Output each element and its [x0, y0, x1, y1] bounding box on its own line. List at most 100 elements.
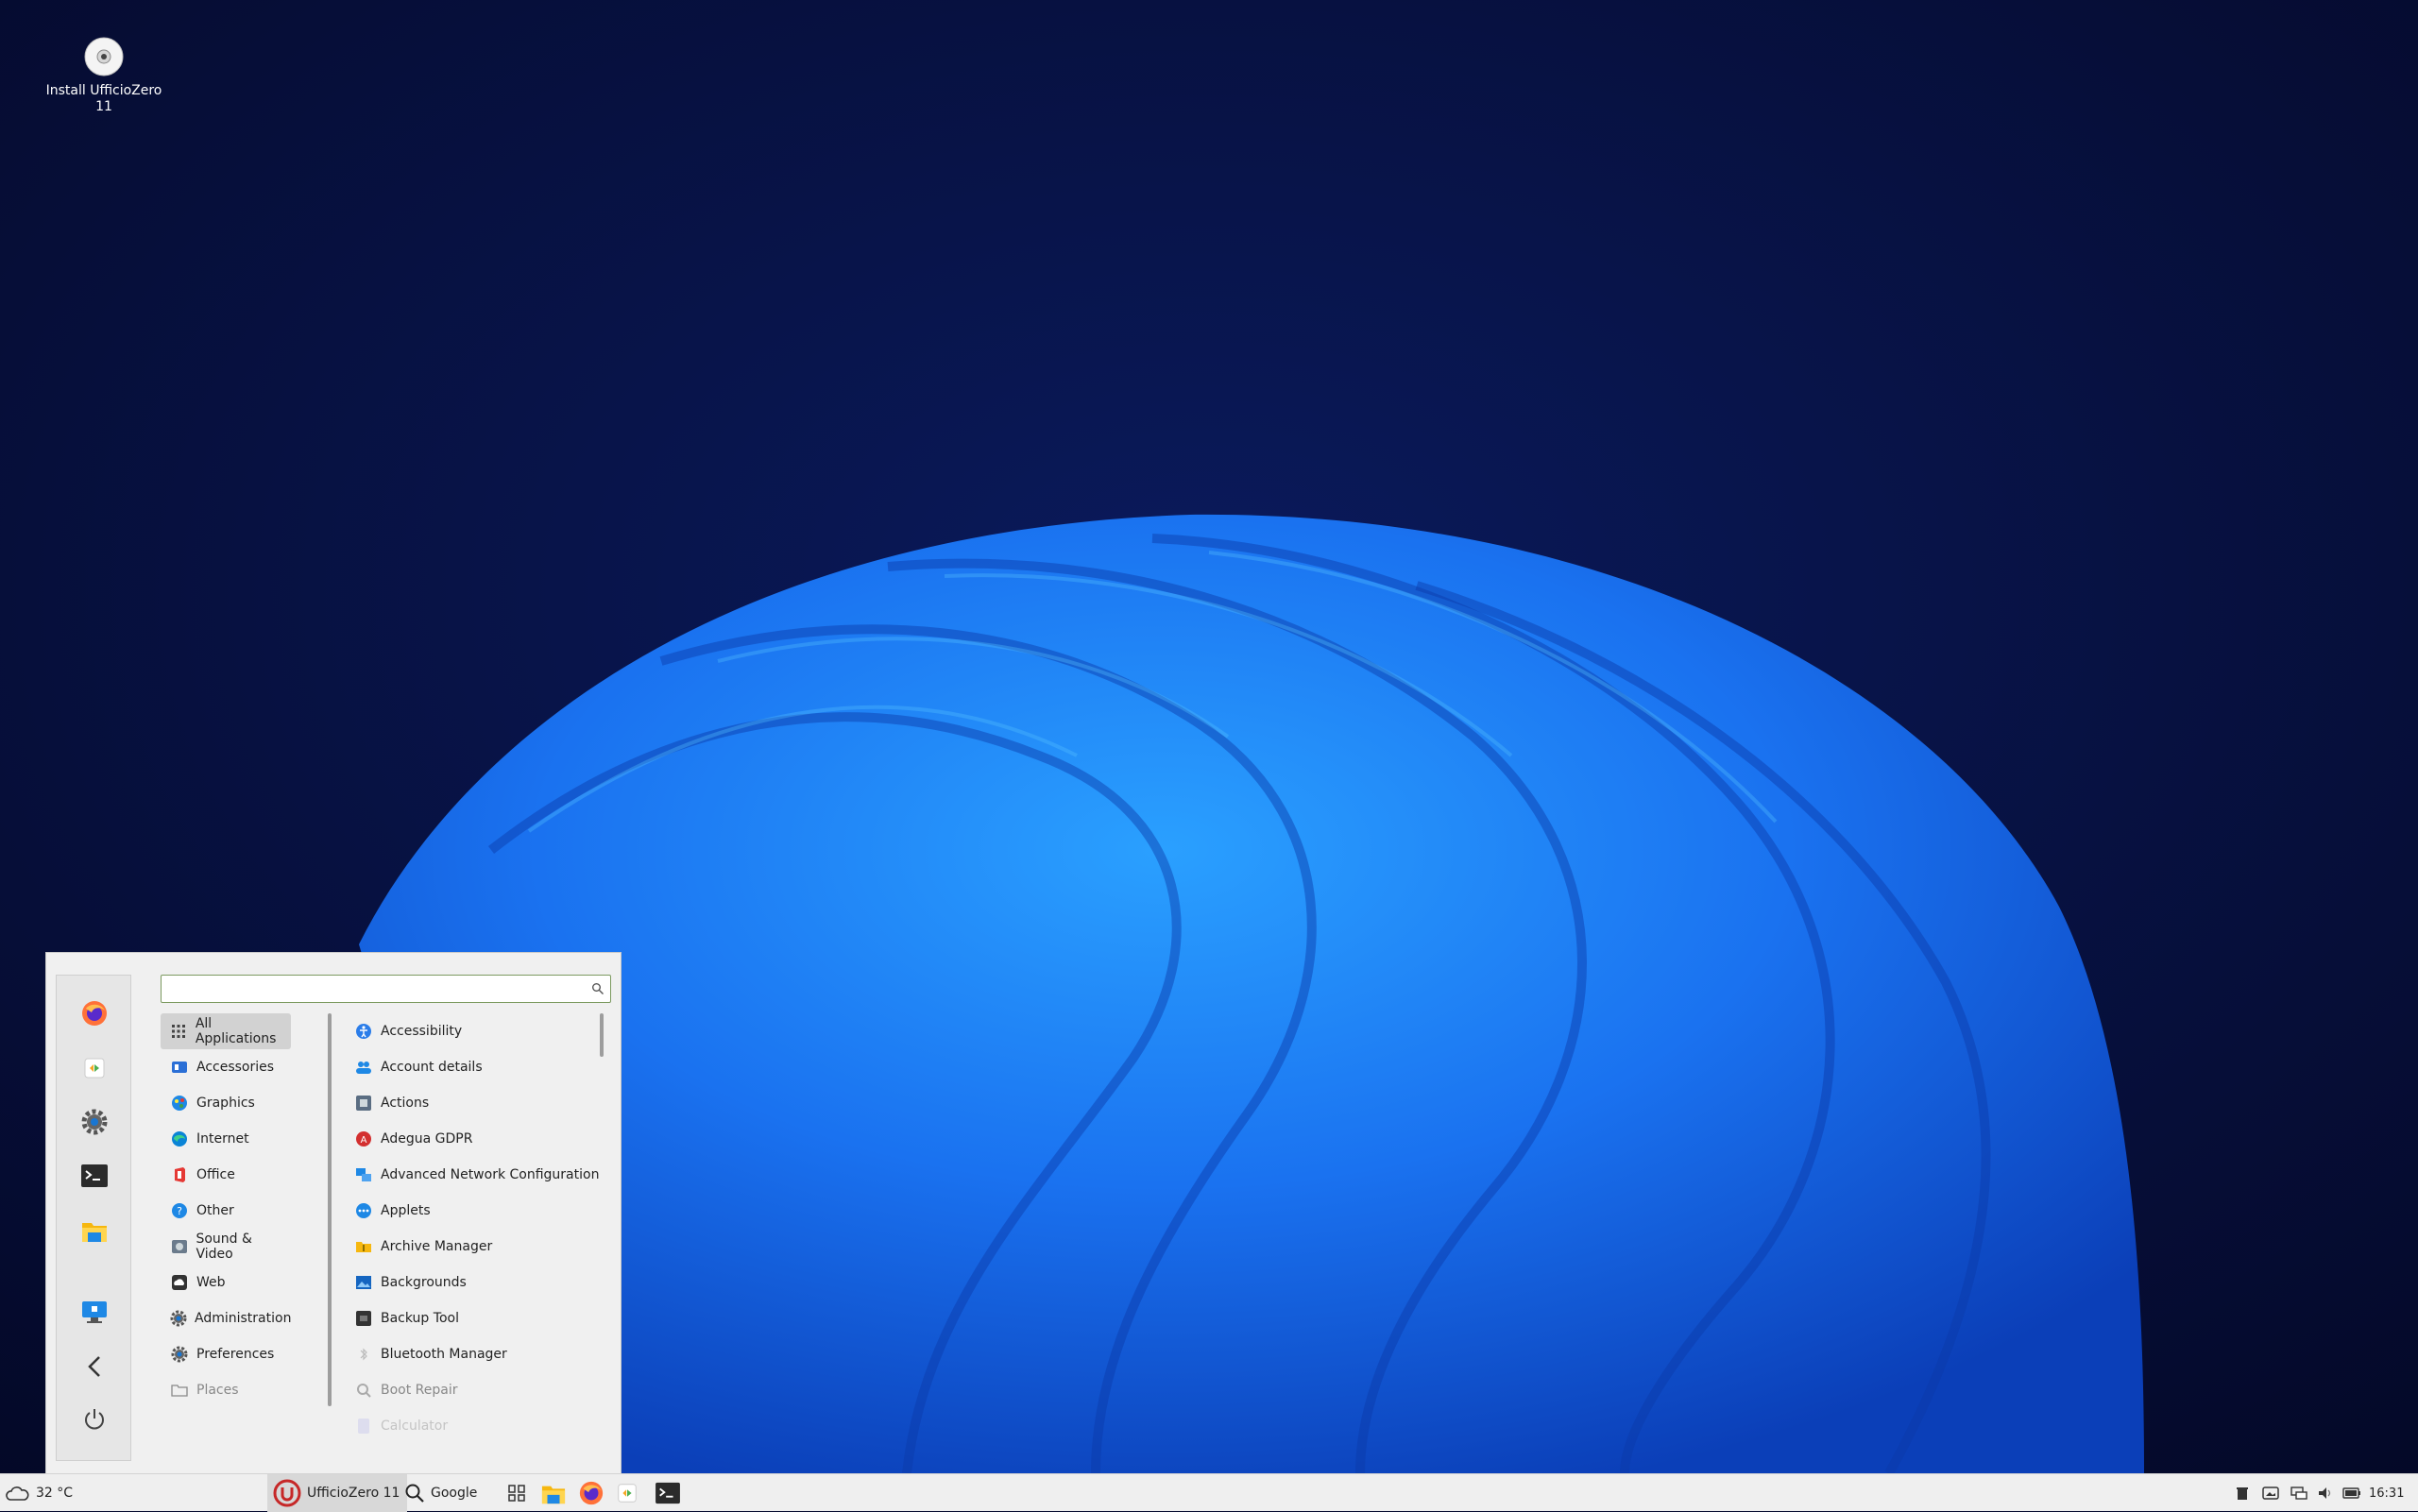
boot-repair-icon — [354, 1381, 373, 1400]
graphics-icon — [170, 1094, 189, 1113]
app-label: Advanced Network Configuration — [381, 1167, 600, 1182]
menu-search-field[interactable] — [161, 975, 611, 1003]
category-preferences[interactable]: Preferences — [161, 1336, 291, 1372]
category-scrollbar[interactable] — [328, 1013, 332, 1406]
google-search-applet[interactable]: Google — [404, 1474, 477, 1512]
app-label: Backgrounds — [381, 1275, 467, 1290]
app-label: Accessibility — [381, 1024, 463, 1039]
bluetooth-icon — [354, 1345, 373, 1364]
category-graphics[interactable]: Graphics — [161, 1085, 291, 1121]
network-icon[interactable] — [2290, 1484, 2308, 1503]
actions-icon — [354, 1094, 373, 1113]
office-icon — [170, 1165, 189, 1184]
category-label: Sound & Video — [196, 1232, 252, 1262]
folder-icon — [170, 1381, 189, 1400]
menu-search-input[interactable] — [167, 977, 577, 1003]
settings-gear-icon[interactable] — [76, 1103, 113, 1141]
category-label: Administration — [195, 1311, 291, 1326]
app-account-details[interactable]: Account details — [349, 1049, 632, 1085]
display-icon[interactable] — [2261, 1484, 2280, 1503]
category-other[interactable]: ? Other — [161, 1193, 291, 1229]
volume-icon[interactable] — [2316, 1484, 2335, 1503]
clock[interactable]: 16:31 — [2369, 1474, 2404, 1512]
start-menu: All Applications Accessories Graphics In… — [45, 952, 622, 1473]
start-menu-label: UfficioZero 11 — [307, 1486, 400, 1501]
category-label: Accessories — [196, 1060, 275, 1075]
app-accessibility[interactable]: Accessibility — [349, 1013, 632, 1049]
weather-cloud-icon — [6, 1484, 30, 1503]
sound-video-icon — [170, 1237, 188, 1256]
app-actions[interactable]: Actions — [349, 1085, 632, 1121]
workspace-switcher-icon[interactable] — [506, 1474, 527, 1512]
firefox-icon[interactable] — [76, 994, 113, 1032]
svg-text:A: A — [361, 1135, 367, 1146]
category-sound-video[interactable]: Sound & Video — [161, 1229, 291, 1265]
admin-gear-icon — [170, 1309, 187, 1328]
weather-applet[interactable]: 32 °C — [6, 1474, 73, 1512]
file-manager-icon[interactable] — [540, 1474, 567, 1512]
category-label: Web — [196, 1275, 226, 1290]
category-all-applications[interactable]: All Applications — [161, 1013, 291, 1049]
category-label: Office — [196, 1167, 235, 1182]
battery-icon[interactable] — [2342, 1484, 2361, 1503]
category-label: Other — [196, 1203, 234, 1218]
app-boot-repair[interactable]: Boot Repair — [349, 1372, 632, 1408]
accessibility-icon — [354, 1022, 373, 1041]
category-label: Internet — [196, 1131, 249, 1147]
app-adegua-gdpr[interactable]: A Adegua GDPR — [349, 1121, 632, 1157]
grid-icon — [170, 1022, 188, 1041]
app-label: Adegua GDPR — [381, 1131, 473, 1147]
back-arrow-icon[interactable] — [76, 1348, 113, 1385]
firefox-icon[interactable] — [578, 1474, 604, 1512]
taskbar: 32 °C UfficioZero 11 Google 16:31 — [0, 1473, 2418, 1512]
backgrounds-icon — [354, 1273, 373, 1292]
category-accessories[interactable]: Accessories — [161, 1049, 291, 1085]
terminal-icon[interactable] — [76, 1157, 113, 1195]
app-label: Calculator — [381, 1419, 449, 1434]
app-backup-tool[interactable]: Backup Tool — [349, 1300, 632, 1336]
desktop-icon-label: Install UfficioZero 11 — [45, 83, 162, 114]
search-icon — [404, 1483, 425, 1504]
app-archive-manager[interactable]: Archive Manager — [349, 1229, 632, 1265]
file-manager-icon[interactable] — [76, 1212, 113, 1249]
archive-icon — [354, 1237, 373, 1256]
desktop-icon-install[interactable]: Install UfficioZero 11 — [38, 36, 170, 115]
app-installer-icon[interactable] — [616, 1474, 639, 1512]
applets-icon — [354, 1201, 373, 1220]
accessories-icon — [170, 1058, 189, 1077]
preferences-gear-icon — [170, 1345, 189, 1364]
category-places[interactable]: Places — [161, 1372, 291, 1408]
app-calculator[interactable]: Calculator — [349, 1408, 632, 1444]
category-internet[interactable]: Internet — [161, 1121, 291, 1157]
app-label: Actions — [381, 1096, 430, 1111]
app-applets[interactable]: Applets — [349, 1193, 632, 1229]
trash-icon[interactable] — [2233, 1484, 2252, 1503]
other-icon: ? — [170, 1201, 189, 1220]
network-icon — [354, 1165, 373, 1184]
internet-icon — [170, 1130, 189, 1148]
app-advanced-network-configuration[interactable]: Advanced Network Configuration — [349, 1157, 632, 1193]
app-installer-icon[interactable] — [76, 1049, 113, 1087]
power-icon[interactable] — [76, 1401, 113, 1438]
category-list: All Applications Accessories Graphics In… — [161, 1013, 291, 1467]
start-menu-button[interactable]: UfficioZero 11 — [267, 1474, 408, 1512]
app-label: Backup Tool — [381, 1311, 459, 1326]
backup-icon — [354, 1309, 373, 1328]
search-icon — [591, 981, 604, 999]
category-office[interactable]: Office — [161, 1157, 291, 1193]
category-label: Places — [196, 1383, 239, 1398]
app-label: Account details — [381, 1060, 483, 1075]
gdpr-icon: A — [354, 1130, 373, 1148]
category-web[interactable]: Web — [161, 1265, 291, 1300]
remote-desktop-icon[interactable] — [76, 1293, 113, 1331]
category-administration[interactable]: Administration — [161, 1300, 291, 1336]
app-backgrounds[interactable]: Backgrounds — [349, 1265, 632, 1300]
category-label: Preferences — [196, 1347, 275, 1362]
terminal-icon[interactable] — [654, 1474, 682, 1512]
app-label: Applets — [381, 1203, 431, 1218]
account-icon — [354, 1058, 373, 1077]
app-label: Archive Manager — [381, 1239, 493, 1254]
app-bluetooth-manager[interactable]: Bluetooth Manager — [349, 1336, 632, 1372]
category-label: Graphics — [196, 1096, 255, 1111]
app-list-scrollbar[interactable] — [600, 1013, 604, 1057]
